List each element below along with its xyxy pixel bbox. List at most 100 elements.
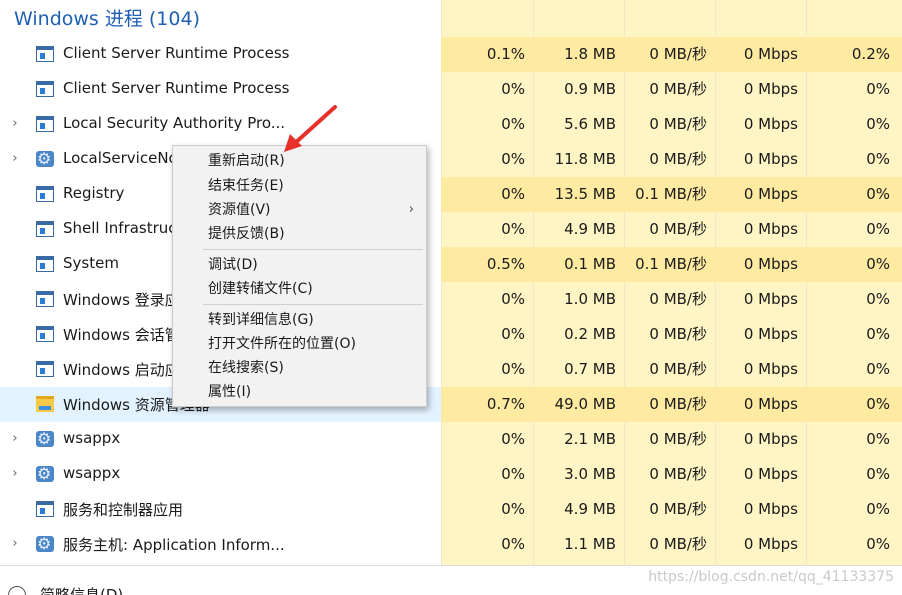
window-app-icon [36, 116, 54, 132]
network-value: 0 Mbps [743, 430, 798, 448]
disk-value: 0 MB/秒 [649, 535, 707, 553]
menu-item-resource-values[interactable]: 资源值(V) › [173, 198, 426, 222]
process-row[interactable]: Client Server Runtime Process 0.1% 1.8 M… [0, 37, 902, 72]
network-value: 0 Mbps [743, 360, 798, 378]
disk-value: 0.1 MB/秒 [624, 247, 715, 282]
gpu-value: 0% [866, 465, 890, 483]
cpu-value: 0.1% [441, 37, 533, 72]
expand-chevron-icon[interactable]: › [9, 116, 21, 132]
network-value: 0 Mbps [743, 325, 798, 343]
process-row[interactable]: Windows 启动应 0% 0.7 MB 0 MB/秒 0 Mbps 0% [0, 352, 902, 387]
window-app-icon [36, 256, 54, 272]
process-row[interactable]: Windows 登录应 0% 1.0 MB 0 MB/秒 0 Mbps 0% [0, 282, 902, 317]
gpu-value: 0% [866, 500, 890, 518]
cpu-value: 0% [501, 150, 525, 168]
menu-separator [203, 249, 423, 250]
expand-chevron-icon[interactable]: › [9, 536, 21, 552]
gear-icon [36, 534, 54, 553]
gpu-value: 0% [806, 247, 902, 282]
disk-value: 0 MB/秒 [649, 80, 707, 98]
process-name: Local Security Authority Pro... [63, 114, 286, 132]
memory-value: 1.8 MB [533, 37, 624, 72]
network-value: 0 Mbps [743, 290, 798, 308]
disk-value: 0 MB/秒 [649, 150, 707, 168]
process-row-selected[interactable]: Windows 资源管理器 0.7% 49.0 MB 0 MB/秒 0 Mbps… [0, 387, 902, 422]
process-row[interactable]: System 0.5% 0.1 MB 0.1 MB/秒 0 Mbps 0% [0, 247, 902, 282]
submenu-chevron-icon: › [408, 202, 414, 217]
process-row[interactable]: › 服务主机: Application Inform... 0% 1.1 MB … [0, 527, 902, 562]
menu-item-create-dump[interactable]: 创建转储文件(C) [173, 277, 426, 301]
cpu-value: 0% [501, 500, 525, 518]
memory-value: 0.2 MB [564, 325, 616, 343]
gear-icon [36, 464, 54, 483]
network-value: 0 Mbps [715, 37, 806, 72]
process-name: Windows 启动应 [63, 361, 180, 379]
less-details-button[interactable]: 简略信息(D) [40, 584, 123, 595]
window-app-icon [36, 81, 54, 97]
process-row[interactable]: › wsappx 0% 3.0 MB 0 MB/秒 0 Mbps 0% [0, 457, 902, 492]
window-app-icon [36, 221, 54, 237]
watermark: https://blog.csdn.net/qq_41133375 [648, 569, 894, 585]
gpu-value: 0% [866, 360, 890, 378]
collapse-circle-icon[interactable] [8, 586, 26, 595]
network-value: 0 Mbps [743, 465, 798, 483]
cpu-value: 0% [501, 80, 525, 98]
task-manager-processes: Windows 进程 (104) Client Server Runtime P… [0, 0, 902, 595]
gpu-value: 0% [806, 177, 902, 212]
process-name: System [63, 254, 119, 272]
gpu-value: 0% [866, 535, 890, 553]
expand-chevron-icon[interactable]: › [9, 151, 21, 167]
process-name: Client Server Runtime Process [63, 79, 290, 97]
process-row[interactable]: Registry 0% 13.5 MB 0.1 MB/秒 0 Mbps 0% [0, 177, 902, 212]
cpu-value: 0% [501, 220, 525, 238]
process-name: Client Server Runtime Process [63, 44, 290, 62]
process-row[interactable]: Shell Infrastruct 0% 4.9 MB 0 MB/秒 0 Mbp… [0, 212, 902, 247]
context-menu: 重新启动(R) 结束任务(E) 资源值(V) › 提供反馈(B) 调试(D) 创… [172, 145, 427, 407]
memory-value: 5.6 MB [564, 115, 616, 133]
gpu-value: 0% [866, 430, 890, 448]
process-row[interactable]: 服务和控制器应用 0% 4.9 MB 0 MB/秒 0 Mbps 0% [0, 492, 902, 527]
expand-chevron-icon[interactable]: › [9, 431, 21, 447]
process-row[interactable]: › Local Security Authority Pro... 0% 5.6… [0, 107, 902, 142]
process-name: 服务主机: Application Inform... [63, 536, 285, 554]
memory-value: 0.7 MB [564, 360, 616, 378]
memory-value: 4.9 MB [564, 220, 616, 238]
process-name: Shell Infrastruct [63, 219, 183, 237]
menu-item-open-file-location[interactable]: 打开文件所在的位置(O) [173, 332, 426, 356]
menu-item-end-task[interactable]: 结束任务(E) [173, 174, 426, 198]
disk-value: 0 MB/秒 [624, 37, 715, 72]
disk-value: 0 MB/秒 [649, 360, 707, 378]
expand-chevron-icon[interactable]: › [9, 466, 21, 482]
gear-icon [36, 429, 54, 448]
section-title[interactable]: Windows 进程 (104) [14, 4, 200, 31]
memory-value: 4.9 MB [564, 500, 616, 518]
memory-value: 49.0 MB [533, 387, 624, 422]
disk-value: 0 MB/秒 [649, 465, 707, 483]
annotation-arrow-icon [284, 105, 337, 152]
memory-value: 11.8 MB [554, 150, 616, 168]
memory-value: 0.9 MB [564, 80, 616, 98]
menu-item-search-online[interactable]: 在线搜索(S) [173, 356, 426, 380]
network-value: 0 Mbps [715, 387, 806, 422]
window-app-icon [36, 361, 54, 377]
gear-icon [36, 149, 54, 168]
process-name: LocalServiceNo [63, 149, 178, 167]
process-row[interactable]: Client Server Runtime Process 0% 0.9 MB … [0, 72, 902, 107]
process-row[interactable]: › LocalServiceNo 0% 11.8 MB 0 MB/秒 0 Mbp… [0, 142, 902, 177]
gpu-value: 0% [866, 290, 890, 308]
gpu-value: 0% [866, 325, 890, 343]
network-value: 0 Mbps [743, 500, 798, 518]
network-value: 0 Mbps [743, 220, 798, 238]
process-row[interactable]: › wsappx 0% 2.1 MB 0 MB/秒 0 Mbps 0% [0, 422, 902, 457]
gpu-value: 0% [866, 80, 890, 98]
menu-item-properties[interactable]: 属性(I) [173, 380, 426, 404]
cpu-value: 0% [501, 430, 525, 448]
gpu-value: 0% [866, 150, 890, 168]
disk-value: 0 MB/秒 [624, 387, 715, 422]
menu-item-feedback[interactable]: 提供反馈(B) [173, 222, 426, 246]
cpu-value: 0.5% [441, 247, 533, 282]
process-row[interactable]: Windows 会话管 0% 0.2 MB 0 MB/秒 0 Mbps 0% [0, 317, 902, 352]
menu-item-go-to-details[interactable]: 转到详细信息(G) [173, 308, 426, 332]
memory-value: 13.5 MB [533, 177, 624, 212]
menu-item-debug[interactable]: 调试(D) [173, 253, 426, 277]
